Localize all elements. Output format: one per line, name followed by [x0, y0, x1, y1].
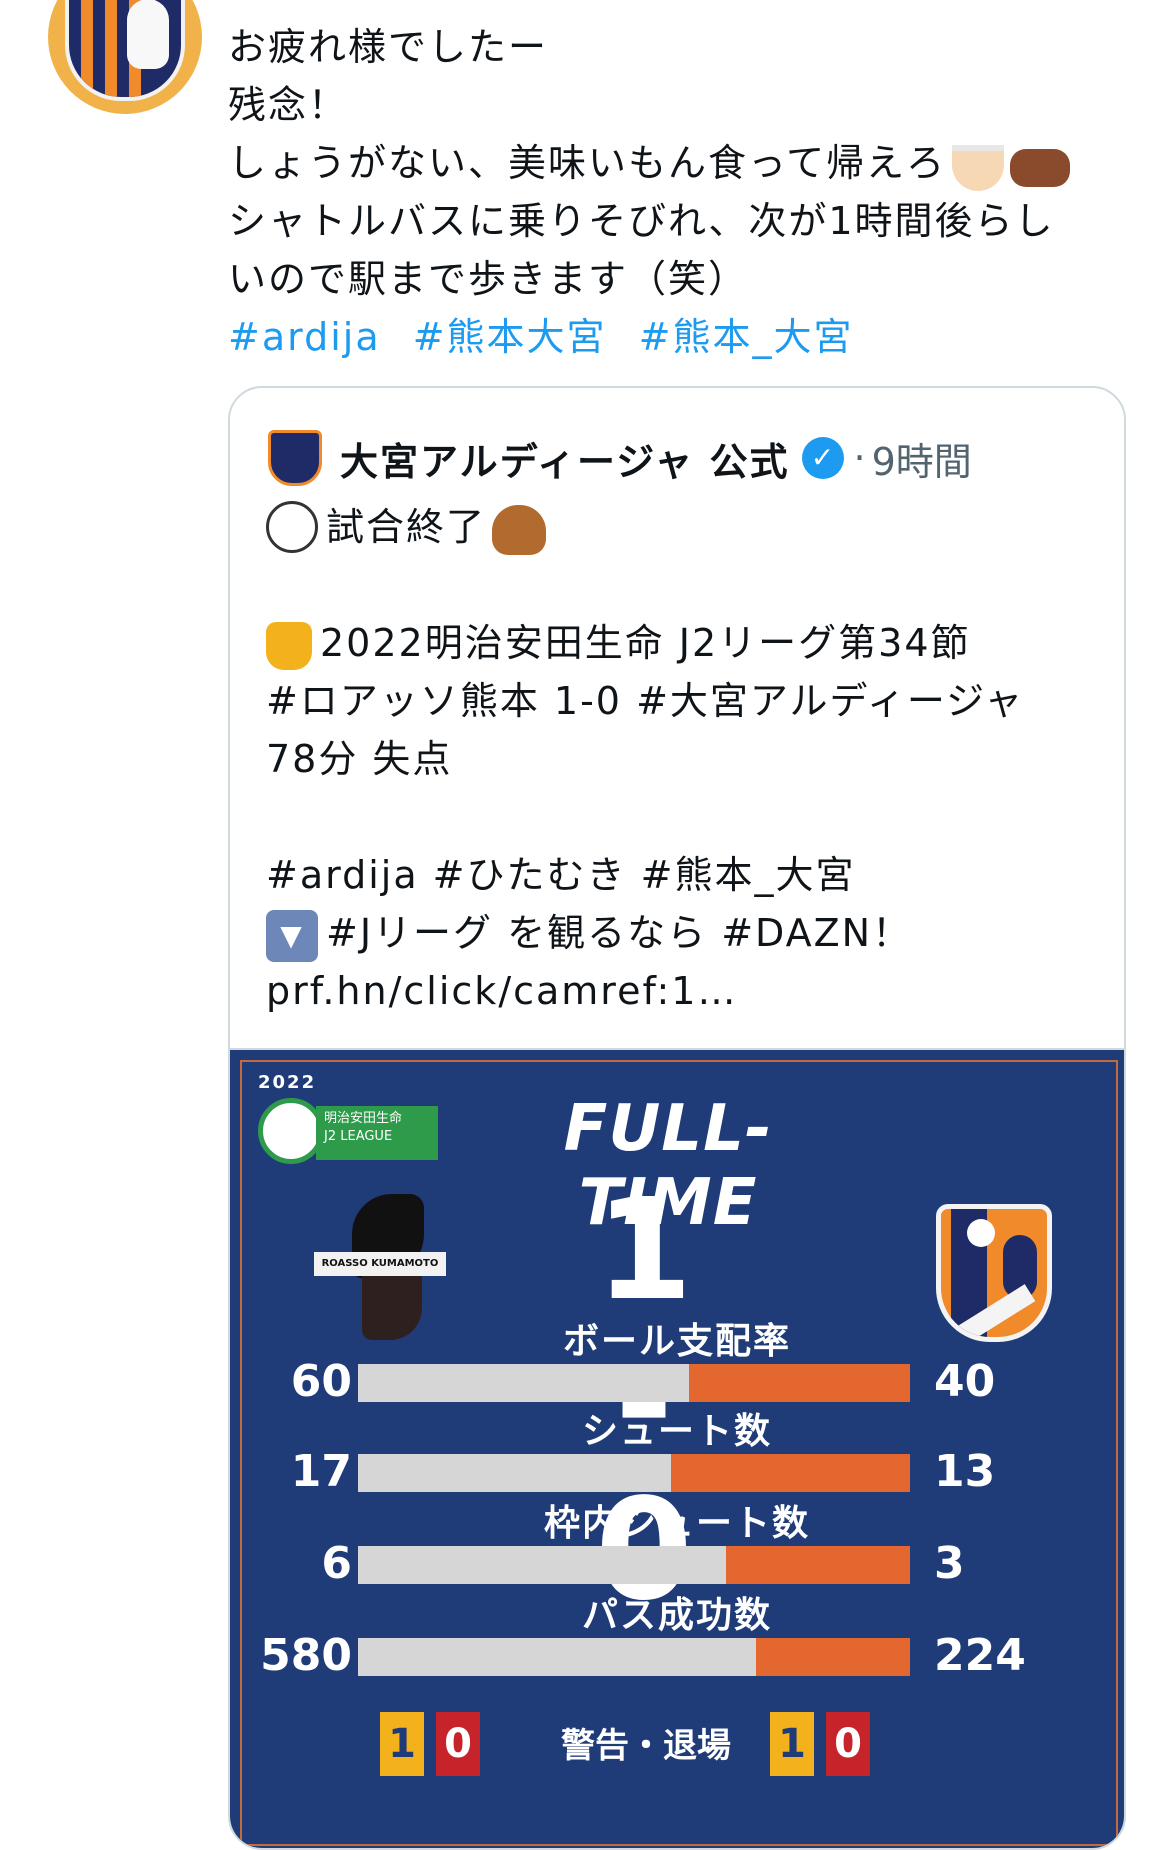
omiya-crest-icon [65, 0, 185, 101]
shots-on-target-bar-fill [726, 1546, 910, 1584]
quoted-line-6 [266, 788, 1096, 846]
quoted-link[interactable]: prf.hn/click/camref:1… [266, 962, 1096, 1020]
stat-left-shots: 17 [290, 1446, 352, 1497]
stat-left-passes: 580 [260, 1630, 352, 1681]
hashtag-link[interactable]: #熊本_大宮 [639, 315, 854, 359]
passes-bar-fill [756, 1638, 910, 1676]
shots-bar [358, 1454, 910, 1492]
quoted-tweet-header: 大宮アルディージャ 公式 ✓ · 9時間 [268, 430, 972, 486]
tweet-text: お疲れ様でしたー 残念！ しょうがない、美味いもん食って帰えろ シャトルバスに乗… [228, 18, 1128, 366]
stat-right-passes: 224 [934, 1630, 1026, 1681]
stat-title-shots-on-target: 枠内シュート数 [543, 1503, 810, 1544]
hashtag-link[interactable]: #ardija [228, 315, 381, 359]
season-year: 2022 [258, 1072, 317, 1093]
final-score: 1 - 0 [595, 1169, 705, 1626]
quoted-account-name[interactable]: 大宮アルディージャ 公式 [340, 431, 790, 486]
ramen-icon [952, 144, 1005, 191]
left-red-card: 0 [436, 1712, 480, 1776]
possession-bar [358, 1364, 910, 1402]
profile-avatar[interactable] [48, 0, 202, 114]
cards-row: 1 0 警告・退場 1 0 [380, 1704, 980, 1776]
left-yellow-card: 1 [380, 1712, 424, 1776]
down-arrow-icon: ▼ [266, 909, 318, 962]
trophy-icon [266, 621, 312, 670]
quoted-line-2 [266, 556, 1096, 614]
match-result-graphic[interactable]: 2022 明治安田生命 J2 LEAGUE FULL-TIME 1 - 0 RO… [230, 1048, 1124, 1848]
tweet-hashtags: #ardija #熊本大宮 #熊本_大宮 [228, 308, 1128, 366]
quoted-line-5: 78分 失点 [266, 737, 453, 781]
shots-on-target-bar [358, 1546, 910, 1584]
j2-league-logo: 2022 明治安田生命 J2 LEAGUE [258, 1072, 438, 1164]
roasso-banner-text: ROASSO KUMAMOTO [314, 1252, 446, 1276]
league-banner: 明治安田生命 J2 LEAGUE [316, 1106, 438, 1160]
quoted-tweet-card[interactable]: 大宮アルディージャ 公式 ✓ · 9時間 試合終了 2022明治安田生命 J2リ… [228, 386, 1126, 1850]
quoted-line-8: ▼ #Jリーグ を観るなら #DAZN！ [266, 904, 1096, 962]
quoted-tweet-text: 試合終了 2022明治安田生命 J2リーグ第34節 #ロアッソ熊本 1-0 #大… [266, 498, 1096, 1020]
soccer-ball-icon [266, 500, 318, 553]
stat-right-shots: 13 [934, 1446, 996, 1497]
cards-label: 警告・退場 [561, 1726, 731, 1766]
tweet-line-4: シャトルバスに乗りそびれ、次が1時間後らし [228, 199, 1055, 243]
quoted-line-3: 2022明治安田生命 J2リーグ第34節 [266, 614, 1096, 672]
quoted-line-4: #ロアッソ熊本 1-0 #大宮アルディージャ [266, 679, 1025, 723]
passes-bar [358, 1638, 910, 1676]
quoted-line-1: 試合終了 [266, 498, 1096, 556]
tweet-line-2: 残念！ [228, 83, 349, 127]
stat-right-shots-on-target: 3 [934, 1538, 965, 1589]
quoted-avatar-icon[interactable] [268, 430, 322, 486]
quoted-line-7: #ardija #ひたむき #熊本_大宮 [266, 853, 856, 897]
quoted-timestamp[interactable]: 9時間 [872, 431, 972, 486]
chipmunk-icon [492, 504, 547, 555]
league-name: J2 LEAGUE [324, 1129, 393, 1144]
tweet-line-1: お疲れ様でしたー [228, 25, 549, 69]
tweet-line-3: しょうがない、美味いもん食って帰えろ [228, 134, 1128, 192]
cow-icon [1010, 148, 1071, 187]
hashtag-link[interactable]: #熊本大宮 [413, 315, 607, 359]
verified-badge-icon: ✓ [801, 437, 844, 479]
league-sponsor: 明治安田生命 [324, 1111, 403, 1126]
stat-right-possession: 40 [934, 1356, 996, 1407]
right-red-card: 0 [826, 1712, 870, 1776]
right-yellow-card: 1 [770, 1712, 814, 1776]
stat-left-possession: 60 [290, 1356, 352, 1407]
stat-left-shots-on-target: 6 [321, 1538, 352, 1589]
time-separator: · [853, 436, 866, 480]
j-league-icon [258, 1098, 324, 1164]
shots-bar-fill [670, 1454, 910, 1492]
tweet-line-5: いので駅まで歩きます（笑） [228, 257, 749, 301]
possession-bar-fill [689, 1364, 910, 1402]
